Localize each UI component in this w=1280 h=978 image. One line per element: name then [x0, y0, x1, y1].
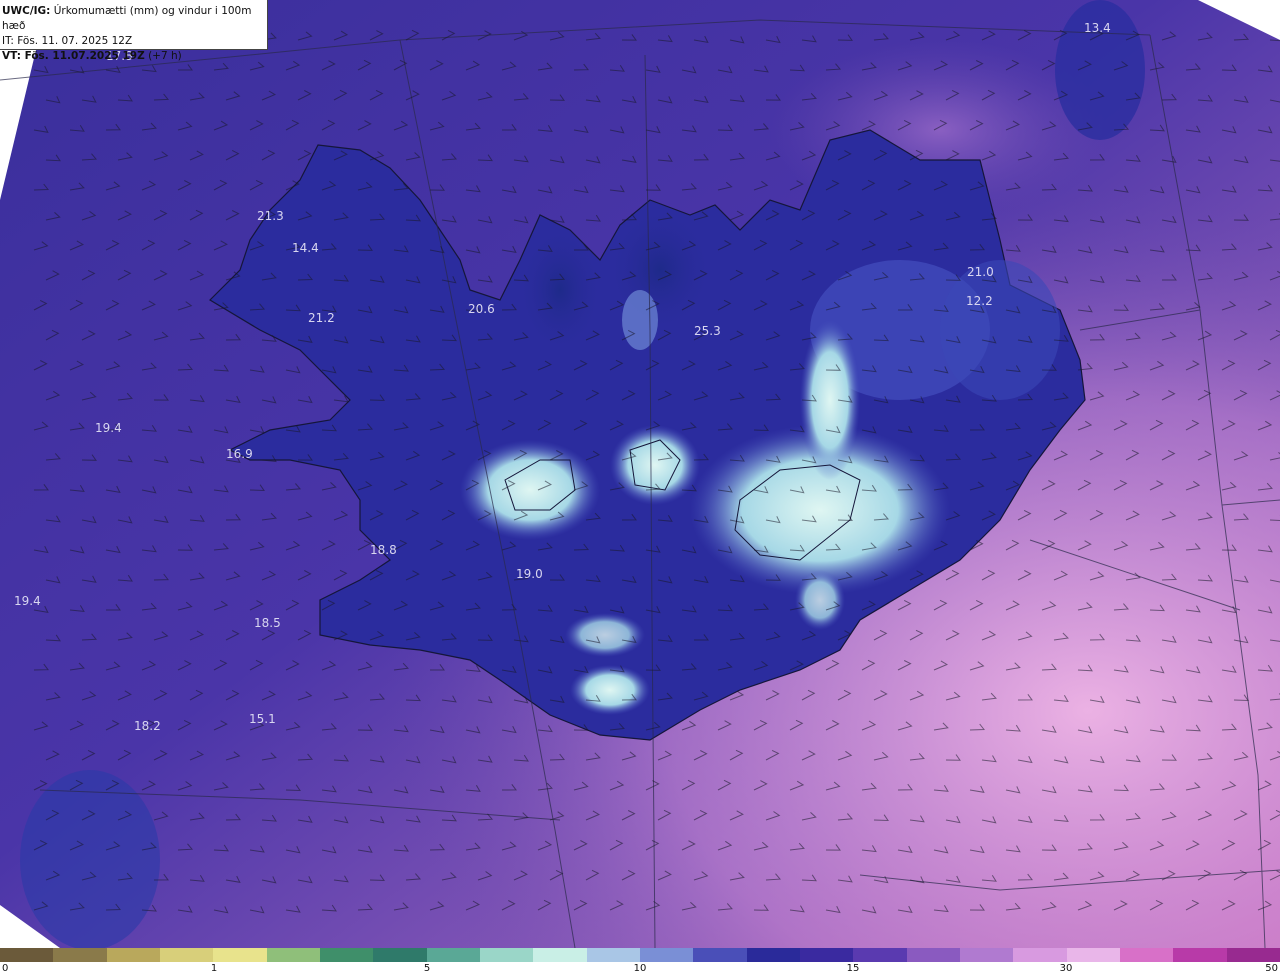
colorbar-segment [693, 948, 747, 962]
myrdalsjokull-area [570, 665, 650, 715]
colorbar-segment [426, 948, 480, 962]
value-label-westfjords-south: 21.2 [308, 311, 335, 325]
precipitation-map: 17.813.421.314.421.220.625.321.012.219.4… [0, 0, 1280, 948]
colorbar-segment [906, 948, 960, 962]
value-label-west-coast: 18.8 [370, 543, 397, 557]
colorbar-segment [853, 948, 907, 962]
colorbar-segment [53, 948, 107, 962]
valid-offset: (+7 h) [148, 50, 182, 62]
value-label-south-west: 19.0 [516, 567, 543, 581]
colorbar-segment [266, 948, 320, 962]
colorbar-tick-label: 1 [210, 963, 218, 974]
map-header: UWC/IG: Úrkomumætti (mm) og vindur i 100… [0, 0, 268, 62]
value-label-reykjanes-sea: 18.5 [254, 616, 281, 630]
init-time: IT: Fös. 11. 07. 2025 12Z [2, 35, 133, 47]
colorbar-segment [0, 948, 54, 962]
colorbar-tick-label: 50 [1265, 963, 1278, 974]
valid-time-line: VT: Fös. 11.07.2025 19Z (+7 h) [2, 49, 267, 64]
colorbar-segment [1226, 948, 1280, 962]
colorbar-segment [373, 948, 427, 962]
value-label-westfjords-north: 21.3 [257, 209, 284, 223]
value-label-north-west: 20.6 [468, 302, 495, 316]
colorbar-segment [1119, 948, 1174, 962]
colorbar-tick-label: 30 [1059, 963, 1073, 974]
colorbar-segment [746, 948, 800, 962]
colorbar-segment [533, 948, 587, 962]
hofsjokull-area [610, 425, 700, 505]
colorbar-segment [959, 948, 1014, 962]
colorbar-tick-label: 15 [846, 963, 860, 974]
colorbar-segment [639, 948, 694, 962]
colorbar-tick-label: 10 [633, 963, 647, 974]
value-label-north-central: 25.3 [694, 324, 721, 338]
value-label-south-sea: 15.1 [249, 712, 276, 726]
colorbar-segment [159, 948, 214, 962]
value-label-ne-corner: 13.4 [1084, 21, 1111, 35]
value-label-west-sea: 19.4 [95, 421, 122, 435]
value-label-sw-sea: 18.2 [134, 719, 161, 733]
title-line: UWC/IG: Úrkomumætti (mm) og vindur i 100… [2, 4, 267, 34]
colorbar-tick-label: 0 [2, 963, 9, 974]
value-label-north-east: 21.0 [967, 265, 994, 279]
colorbar-segment [106, 948, 160, 962]
colorbar-tick-label: 5 [423, 963, 431, 974]
map-stage: 17.8 13.4 21.3 14.4 21.2 20.6 25.3 21.0 12.2 19.4… [0, 0, 1280, 978]
colorbar-segment [1173, 948, 1227, 962]
colorbar-segment [1013, 948, 1067, 962]
colorbar: 0 1 5 10 15 30 50 [0, 948, 1280, 978]
colorbar-segment [586, 948, 640, 962]
colorbar-strip [0, 948, 1280, 962]
value-label-snaefellsnes: 16.9 [226, 447, 253, 461]
value-label-westfjords-mid: 14.4 [292, 241, 319, 255]
colorbar-segment [1066, 948, 1120, 962]
value-label-far-west-sea: 19.4 [14, 594, 41, 608]
colorbar-segment [479, 948, 534, 962]
colorbar-segment [319, 948, 374, 962]
colorbar-segment [213, 948, 267, 962]
colorbar-segment [799, 948, 854, 962]
value-label-east: 12.2 [966, 294, 993, 308]
valid-time: VT: Fös. 11.07.2025 19Z [2, 50, 145, 62]
langjokull-area [460, 440, 600, 540]
model-name: UWC/IG: [2, 5, 51, 17]
